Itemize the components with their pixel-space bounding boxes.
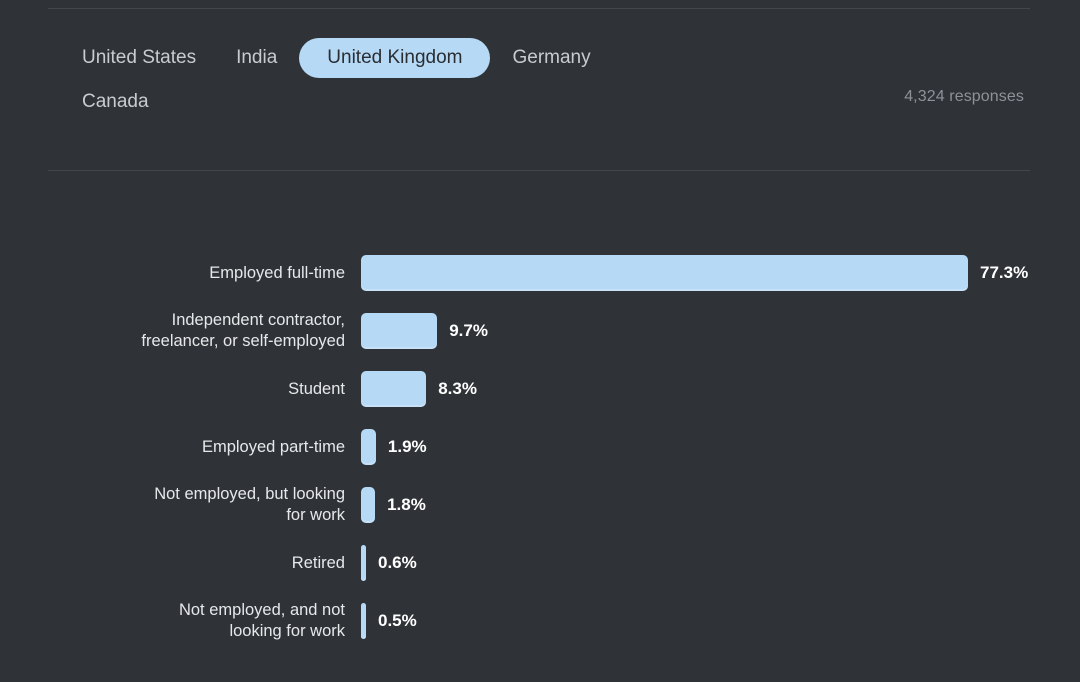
country-tab-list: United States India United Kingdom Germany C… bbox=[62, 38, 622, 126]
bar[interactable] bbox=[361, 429, 376, 465]
bar-track: 0.6% bbox=[345, 545, 1080, 581]
bar-track: 8.3% bbox=[345, 371, 1080, 407]
bar-track: 9.7% bbox=[345, 313, 1080, 349]
bar-track: 77.3% bbox=[345, 255, 1080, 291]
chart-row: Student 8.3% bbox=[0, 360, 1080, 418]
employment-status-bar-chart: Employed full-time 77.3% Independent contr… bbox=[0, 244, 1080, 650]
bar-value-label: 9.7% bbox=[449, 321, 488, 340]
chart-row: Employed part-time 1.9% bbox=[0, 418, 1080, 476]
bar-value-label: 77.3% bbox=[980, 263, 1029, 282]
bar-category-label: Employed full-time bbox=[209, 263, 345, 282]
bar[interactable] bbox=[361, 313, 438, 349]
bar-track: 0.5% bbox=[345, 603, 1080, 639]
country-filter-header: United States India United Kingdom Germany C… bbox=[0, 8, 1080, 170]
response-count-label: 4,324 responses bbox=[904, 88, 1024, 105]
country-tab-canada[interactable]: Canada bbox=[64, 82, 167, 122]
bar-value-label: 0.5% bbox=[378, 611, 417, 630]
bar-category-label: Student bbox=[288, 379, 345, 398]
chart-row: Independent contractor, freelancer, or s… bbox=[0, 302, 1080, 360]
bar[interactable] bbox=[361, 371, 427, 407]
country-tab-united-states[interactable]: United States bbox=[64, 38, 214, 78]
bar[interactable] bbox=[361, 545, 366, 581]
bar-value-label: 1.9% bbox=[387, 437, 427, 456]
bar-value-label: 8.3% bbox=[438, 379, 477, 398]
bar-category-label: Retired bbox=[291, 553, 345, 572]
bar-category-label: Employed part-time bbox=[201, 437, 345, 456]
country-tab-united-kingdom[interactable]: United Kingdom bbox=[299, 38, 491, 78]
bar-category-label: Independent contractor, freelancer, or s… bbox=[141, 311, 345, 350]
bar[interactable] bbox=[361, 603, 366, 639]
section-divider bbox=[48, 170, 1030, 171]
bar-value-label: 1.8% bbox=[387, 495, 426, 514]
bar-track: 1.9% bbox=[345, 429, 1080, 465]
chart-row: Employed full-time 77.3% bbox=[0, 244, 1080, 302]
chart-row: Not employed, and not looking for work 0.… bbox=[0, 592, 1080, 650]
country-tab-india[interactable]: India bbox=[218, 38, 295, 78]
bar[interactable] bbox=[361, 487, 376, 523]
chart-row: Not employed, but looking for work 1.8% bbox=[0, 476, 1080, 534]
bar-category-label: Not employed, and not looking for work bbox=[178, 601, 345, 640]
chart-row: Retired 0.6% bbox=[0, 534, 1080, 592]
bar-category-label: Not employed, but looking for work bbox=[154, 485, 345, 524]
bar[interactable] bbox=[361, 255, 968, 291]
survey-chart-page: United States India United Kingdom Germany C… bbox=[0, 0, 1080, 682]
bar-value-label: 0.6% bbox=[378, 553, 417, 572]
bar-track: 1.8% bbox=[345, 487, 1080, 523]
country-tab-germany[interactable]: Germany bbox=[494, 38, 608, 78]
